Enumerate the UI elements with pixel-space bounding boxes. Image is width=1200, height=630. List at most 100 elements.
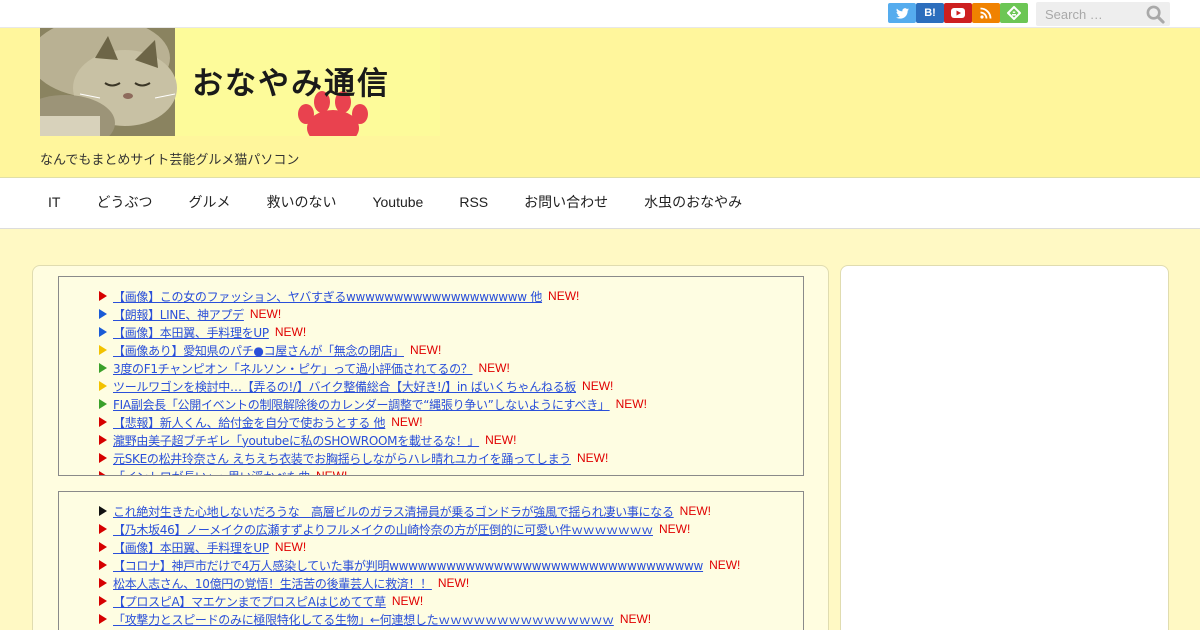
new-badge: NEW! (548, 289, 580, 303)
search-box (1036, 2, 1170, 26)
nav-item-contact[interactable]: お問い合わせ (506, 178, 626, 226)
list-item: 松本人志さん、10億円の覚悟！生活苦の後輩芸人に救済！！ NEW! (99, 574, 803, 592)
bullet-arrow-icon (99, 381, 107, 391)
new-badge: NEW! (315, 469, 348, 476)
bullet-arrow-icon (99, 399, 107, 409)
list-item: 元SKEの松井玲奈さん えちえち衣装でお胸揺らしながらハレ晴れユカイを踊ってしま… (99, 449, 803, 467)
twitter-button[interactable] (888, 3, 916, 23)
feedly-icon (1007, 6, 1021, 20)
new-badge: NEW! (437, 576, 470, 590)
site-logo[interactable]: おなやみ通信 (40, 28, 440, 136)
bullet-arrow-icon (99, 345, 107, 355)
article-link[interactable]: 【画像】本田翼、手料理をUP (113, 324, 269, 341)
new-badge: NEW! (249, 307, 282, 321)
new-badge: NEW! (391, 594, 424, 608)
rss-feed-box-2: これ絶対生きた心地しないだろうな 高層ビルのガラス清掃員が乗るゴンドラが強風で揺… (58, 491, 804, 630)
list-item: 【朗報】LINE、神アプデ NEW! (99, 305, 803, 323)
bullet-arrow-icon (99, 327, 107, 337)
list-item: 【プロスピA】マエケンまでプロスピAはじめてて草 NEW! (99, 592, 803, 610)
nav-item-gourmet[interactable]: グルメ (170, 178, 248, 226)
list-item: 【画像】本田翼、手料理をUP NEW! (99, 538, 803, 556)
article-link[interactable]: 3度のF1チャンピオン「ネルソン・ピケ」って過小評価されてるの？ (113, 360, 473, 377)
list-item: 【画像】この女のファッション、ヤバすぎるwwwwwwwwwwwwwwwwwww … (99, 287, 803, 305)
new-badge: NEW! (274, 540, 307, 554)
article-link[interactable]: 【画像】本田翼、手料理をUP (113, 539, 269, 556)
bullet-arrow-icon (99, 435, 107, 445)
article-link[interactable]: 松本人志さん、10億円の覚悟！生活苦の後輩芸人に救済！！ (113, 575, 432, 592)
bullet-arrow-icon (99, 309, 107, 319)
article-link[interactable]: 【朗報】LINE、神アプデ (113, 306, 244, 323)
list-item: 「攻撃力とスピードのみに極限特化してる生物」←何連想したｗｗｗｗｗｗｗｗｗｗｗｗ… (99, 610, 803, 628)
new-badge: NEW! (409, 343, 442, 357)
main-navigation: IT どうぶつ グルメ 救いのない Youtube RSS お問い合わせ 水虫の… (0, 178, 1200, 229)
article-link[interactable]: 瀧野由美子超ブチギレ「youtubeに私のSHOWROOMを載せるな！」 (113, 432, 479, 449)
social-buttons: B! (888, 3, 1028, 23)
nav-item-animals[interactable]: どうぶつ (78, 178, 170, 226)
list-item: 【悲報】新人くん、給付金を自分で使おうとする 他 NEW! (99, 413, 803, 431)
list-item: FIA副会長「公開イベントの制限解除後のカレンダー調整で“縄張り争い”しないよう… (99, 395, 803, 413)
new-badge: NEW! (709, 558, 741, 572)
top-bar: B! (0, 0, 1200, 28)
article-link[interactable]: ツールワゴンを検討中…【弄るの!/】バイク整備総合【大好き!/】in ばいくちゃ… (113, 378, 576, 395)
new-badge: NEW! (619, 612, 652, 626)
new-badge: NEW! (582, 379, 614, 393)
new-badge: NEW! (478, 361, 510, 375)
bullet-arrow-icon (99, 560, 107, 570)
new-badge: NEW! (274, 325, 307, 339)
article-link[interactable]: 元SKEの松井玲奈さん えちえち衣装でお胸揺らしながらハレ晴れユカイを踊ってしま… (113, 450, 571, 467)
youtube-icon (951, 8, 965, 18)
logo-text: おなやみ通信 (192, 66, 390, 102)
new-badge: NEW! (658, 522, 691, 536)
nav-item-youtube[interactable]: Youtube (354, 178, 441, 226)
rss-button[interactable] (972, 3, 1000, 23)
list-item: 【コロナ】神戸市だけで4万人感染していた事が判明wwwwwwwwwwwwwwww… (99, 556, 803, 574)
bullet-arrow-icon (99, 506, 107, 516)
list-item: 【乃木坂46】ノーメイクの広瀬すずよりフルメイクの山崎怜奈の方が圧倒的に可愛い件… (99, 520, 803, 538)
rss-icon (980, 7, 992, 19)
feedly-button[interactable] (1000, 3, 1028, 23)
bullet-arrow-icon (99, 596, 107, 606)
list-item: 3度のF1チャンピオン「ネルソン・ピケ」って過小評価されてるの？ NEW! (99, 359, 803, 377)
bullet-arrow-icon (99, 471, 107, 475)
article-link[interactable]: 【悲報】新人くん、給付金を自分で使おうとする 他 (113, 414, 386, 431)
article-link[interactable]: 【乃木坂46】ノーメイクの広瀬すずよりフルメイクの山崎怜奈の方が圧倒的に可愛い件… (113, 521, 653, 538)
article-link[interactable]: FIA副会長「公開イベントの制限解除後のカレンダー調整で“縄張り争い”しないよう… (113, 396, 610, 413)
rss-feed-box-1: 【画像】この女のファッション、ヤバすぎるwwwwwwwwwwwwwwwwwww … (58, 276, 804, 476)
list-item: 瀧野由美子超ブチギレ「youtubeに私のSHOWROOMを載せるな！」 NEW! (99, 431, 803, 449)
nav-item-hopeless[interactable]: 救いのない (248, 178, 354, 226)
nav-item-rss[interactable]: RSS (441, 178, 506, 226)
list-item: 【画像あり】愛知県のパチ●コ屋さんが「無念の閉店」 NEW! (99, 341, 803, 359)
bullet-arrow-icon (99, 614, 107, 624)
new-badge: NEW! (391, 415, 423, 429)
site-header: おなやみ通信 なんでもまとめサイト芸能グルメ猫パソコン (0, 28, 1200, 178)
new-badge: NEW! (485, 433, 517, 447)
bullet-arrow-icon (99, 578, 107, 588)
article-link[interactable]: これ絶対生きた心地しないだろうな 高層ビルのガラス清掃員が乗るゴンドラが強風で揺… (113, 503, 674, 520)
bullet-arrow-icon (99, 453, 107, 463)
list-item: 【画像】本田翼、手料理をUP NEW! (99, 323, 803, 341)
article-link[interactable]: 【画像】この女のファッション、ヤバすぎるwwwwwwwwwwwwwwwwwww … (113, 288, 542, 305)
bullet-arrow-icon (99, 524, 107, 534)
search-input[interactable] (1036, 2, 1146, 26)
article-link[interactable]: 「イントロが長い」←思い浮かべた曲 (113, 468, 310, 476)
article-link[interactable]: 【画像あり】愛知県のパチ●コ屋さんが「無念の閉店」 (113, 342, 404, 359)
new-badge: NEW! (679, 504, 711, 518)
bullet-arrow-icon (99, 542, 107, 552)
list-item: 「イントロが長い」←思い浮かべた曲 NEW! (99, 467, 803, 476)
new-badge: NEW! (577, 451, 609, 465)
article-link[interactable]: 【コロナ】神戸市だけで4万人感染していた事が判明wwwwwwwwwwwwwwww… (113, 557, 703, 574)
article-link[interactable]: 「攻撃力とスピードのみに極限特化してる生物」←何連想したｗｗｗｗｗｗｗｗｗｗｗｗ… (113, 611, 614, 628)
bullet-arrow-icon (99, 291, 107, 301)
nav-item-athletes-foot[interactable]: 水虫のおなやみ (626, 178, 760, 226)
bullet-arrow-icon (99, 417, 107, 427)
list-item: これ絶対生きた心地しないだろうな 高層ビルのガラス清掃員が乗るゴンドラが強風で揺… (99, 502, 803, 520)
bullet-arrow-icon (99, 363, 107, 373)
nav-item-it[interactable]: IT (30, 178, 78, 226)
youtube-button[interactable] (944, 3, 972, 23)
hatena-bookmark-button[interactable]: B! (916, 3, 944, 23)
search-icon[interactable] (1146, 5, 1165, 24)
list-item: ツールワゴンを検討中…【弄るの!/】バイク整備総合【大好き!/】in ばいくちゃ… (99, 377, 803, 395)
sidebar (840, 265, 1169, 630)
article-link[interactable]: 【プロスピA】マエケンまでプロスピAはじめてて草 (113, 593, 386, 610)
main-content: 【画像】この女のファッション、ヤバすぎるwwwwwwwwwwwwwwwwwww … (32, 265, 829, 630)
